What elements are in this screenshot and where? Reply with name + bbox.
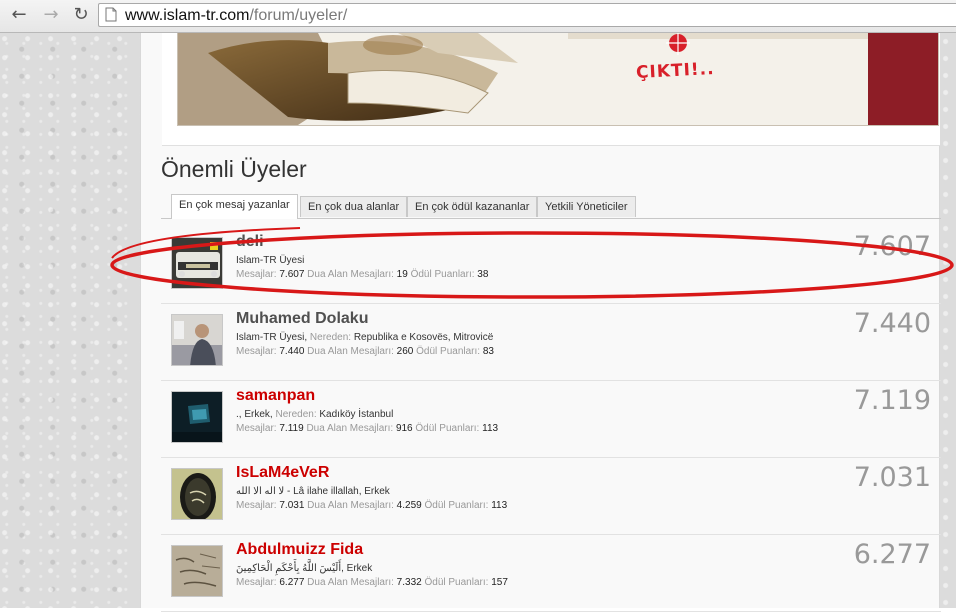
member-tabs: En çok mesaj yazanlar En çok dua alanlar… bbox=[161, 194, 941, 219]
odul-label: Ödül Puanları: bbox=[416, 346, 481, 357]
dua-value: 7.332 bbox=[396, 577, 422, 588]
member-row: samanpan ., Erkek, Nereden: Kadıköy İsta… bbox=[161, 381, 941, 458]
member-row: deli Islam-TR Üyesi Mesajlar: 7.607 Dua … bbox=[161, 227, 941, 304]
member-title: ., Erkek, Nereden: Kadıköy İstanbul bbox=[236, 409, 394, 420]
post-count: 7.119 bbox=[853, 385, 931, 416]
tab-moderators[interactable]: Yetkili Yöneticiler bbox=[537, 196, 636, 217]
url-text: www.islam-tr.com/forum/uyeler/ bbox=[125, 6, 347, 25]
banner-container: ÇIKTI!.. bbox=[162, 33, 940, 146]
member-rank: Islam-TR Üyesi bbox=[236, 255, 305, 266]
url-path: /forum/uyeler/ bbox=[249, 7, 348, 24]
dua-label: Dua Alan Mesajları: bbox=[307, 500, 394, 511]
odul-value: 113 bbox=[491, 500, 508, 511]
forward-arrow-icon[interactable]: → bbox=[40, 4, 62, 26]
member-row: Abdulmuizz Fida أَلَيْسَ اللَّهُ بِأَحْك… bbox=[161, 535, 941, 612]
dua-label: Dua Alan Mesajları: bbox=[307, 577, 394, 588]
banner-image[interactable]: ÇIKTI!.. bbox=[177, 33, 939, 126]
avatar[interactable] bbox=[171, 545, 223, 597]
member-rank: Islam-TR Üyesi bbox=[236, 332, 305, 343]
address-bar[interactable]: www.islam-tr.com/forum/uyeler/ bbox=[98, 3, 956, 27]
dua-value: 4.259 bbox=[396, 500, 422, 511]
avatar[interactable] bbox=[171, 314, 223, 366]
member-name[interactable]: Muhamed Dolaku bbox=[236, 310, 368, 328]
member-title: Islam-TR Üyesi, Nereden: Republika e Kos… bbox=[236, 332, 494, 343]
member-name[interactable]: deli bbox=[236, 233, 264, 251]
dua-label: Dua Alan Mesajları: bbox=[307, 346, 394, 357]
reload-icon[interactable]: ↻ bbox=[70, 4, 92, 26]
member-stats: Mesajlar: 7.031 Dua Alan Mesajları: 4.25… bbox=[236, 500, 507, 511]
avatar-image bbox=[172, 546, 222, 596]
page-background-right bbox=[940, 33, 956, 608]
member-stats: Mesajlar: 7.119 Dua Alan Mesajları: 916 … bbox=[236, 423, 498, 434]
member-stats: Mesajlar: 6.277 Dua Alan Mesajları: 7.33… bbox=[236, 577, 508, 588]
banner-red-strip bbox=[868, 33, 938, 125]
messages-value: 7.031 bbox=[279, 500, 305, 511]
page-title: Önemli Üyeler bbox=[161, 156, 307, 182]
member-row: IsLaM4eVeR لا اله الا الله - Lâ ilahe il… bbox=[161, 458, 941, 535]
avatar-image bbox=[172, 315, 222, 365]
member-stats: Mesajlar: 7.607 Dua Alan Mesajları: 19 Ö… bbox=[236, 269, 488, 280]
avatar-image bbox=[172, 469, 222, 519]
messages-label: Mesajlar: bbox=[236, 500, 277, 511]
member-title: أَلَيْسَ اللَّهُ بِأَحْكَمِ الْحَاكِمِين… bbox=[236, 563, 372, 574]
member-name[interactable]: samanpan bbox=[236, 387, 315, 405]
member-stats: Mesajlar: 7.440 Dua Alan Mesajları: 260 … bbox=[236, 346, 494, 357]
member-rank: ., Erkek bbox=[236, 409, 270, 420]
location-value: Kadıköy İstanbul bbox=[319, 409, 394, 420]
post-count: 7.440 bbox=[853, 308, 931, 339]
location-value: Republika e Kosovës, Mitrovicë bbox=[353, 332, 494, 343]
member-rank: أَلَيْسَ اللَّهُ بِأَحْكَمِ الْحَاكِمِين… bbox=[236, 563, 373, 574]
post-count: 7.031 bbox=[853, 462, 931, 493]
odul-value: 157 bbox=[491, 577, 508, 588]
avatar[interactable] bbox=[171, 468, 223, 520]
avatar-image bbox=[172, 392, 222, 442]
member-title: لا اله الا الله - Lâ ilahe illallah, Erk… bbox=[236, 486, 390, 497]
member-rank: لا اله الا الله - Lâ ilahe illallah, Erk… bbox=[236, 486, 390, 497]
dua-value: 19 bbox=[396, 269, 408, 280]
tab-most-prayers[interactable]: En çok dua alanlar bbox=[300, 196, 408, 217]
browser-toolbar: ← → ↻ www.islam-tr.com/forum/uyeler/ bbox=[0, 0, 956, 33]
location-label: Nereden: bbox=[309, 332, 352, 343]
back-arrow-icon[interactable]: ← bbox=[8, 4, 30, 26]
location-label: Nereden: bbox=[275, 409, 317, 420]
dua-label: Dua Alan Mesajları: bbox=[307, 269, 394, 280]
tab-most-awards[interactable]: En çok ödül kazananlar bbox=[407, 196, 538, 217]
odul-label: Ödül Puanları: bbox=[410, 269, 475, 280]
odul-value: 113 bbox=[482, 423, 499, 434]
member-row: Muhamed Dolaku Islam-TR Üyesi, Nereden: … bbox=[161, 304, 941, 381]
dua-value: 260 bbox=[396, 346, 414, 357]
avatar-image bbox=[172, 238, 222, 288]
url-host: www.islam-tr.com bbox=[125, 7, 250, 24]
page-background-left bbox=[0, 33, 140, 608]
page-icon bbox=[105, 7, 117, 22]
post-count: 6.277 bbox=[853, 539, 931, 570]
post-count: 7.607 bbox=[853, 231, 931, 262]
odul-value: 83 bbox=[482, 346, 494, 357]
messages-value: 7.607 bbox=[279, 269, 305, 280]
member-name[interactable]: IsLaM4eVeR bbox=[236, 464, 329, 482]
banner-headline: ÇIKTI!.. bbox=[635, 58, 716, 84]
dua-value: 916 bbox=[395, 423, 413, 434]
messages-label: Mesajlar: bbox=[236, 423, 277, 434]
odul-value: 38 bbox=[477, 269, 489, 280]
member-name[interactable]: Abdulmuizz Fida bbox=[236, 541, 363, 559]
banner-art bbox=[178, 33, 938, 125]
dua-label: Dua Alan Mesajları: bbox=[306, 423, 394, 434]
tab-most-messages[interactable]: En çok mesaj yazanlar bbox=[171, 194, 298, 219]
messages-value: 6.277 bbox=[279, 577, 305, 588]
messages-label: Mesajlar: bbox=[236, 577, 277, 588]
messages-label: Mesajlar: bbox=[236, 269, 277, 280]
messages-value: 7.440 bbox=[279, 346, 305, 357]
odul-label: Ödül Puanları: bbox=[424, 577, 489, 588]
avatar[interactable] bbox=[171, 391, 223, 443]
member-title: Islam-TR Üyesi bbox=[236, 255, 304, 266]
odul-label: Ödül Puanları: bbox=[424, 500, 489, 511]
messages-value: 7.119 bbox=[279, 423, 304, 434]
messages-label: Mesajlar: bbox=[236, 346, 277, 357]
odul-label: Ödül Puanları: bbox=[415, 423, 480, 434]
avatar[interactable] bbox=[171, 237, 223, 289]
